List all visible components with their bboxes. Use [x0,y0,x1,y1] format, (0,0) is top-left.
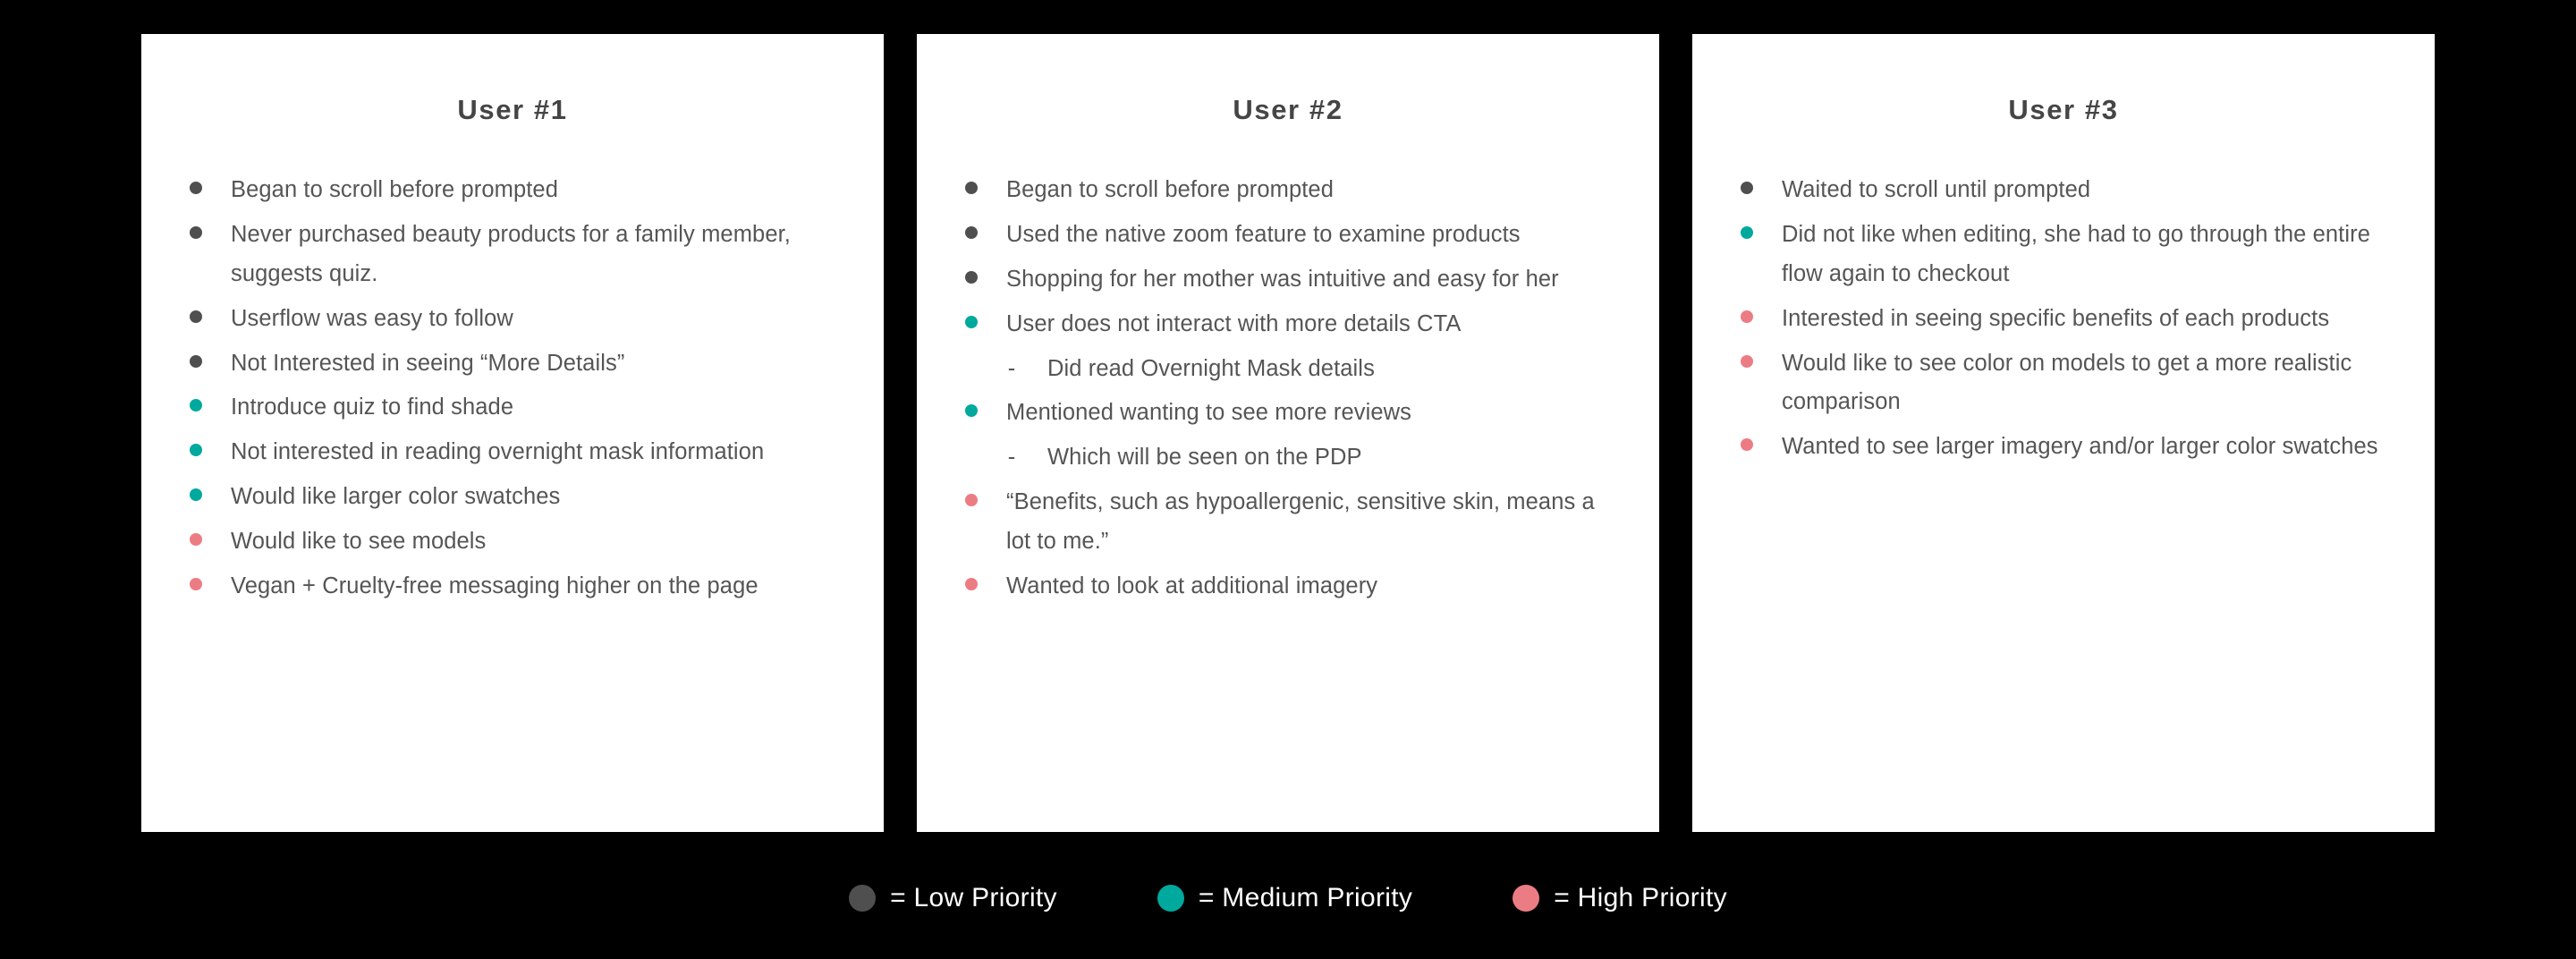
dash-marker-icon: - [1007,445,1016,471]
list-item: Mentioned wanting to see more reviews [965,394,1618,433]
list-item: Wanted to look at additional imagery [965,567,1618,607]
priority-dot-icon [190,444,202,457]
list-item: Shopping for her mother was intuitive an… [965,260,1618,300]
list-item-text: Wanted to see larger imagery and/or larg… [1782,434,2378,460]
card-title: User #1 [457,94,568,125]
list-item: Began to scroll before prompted [965,171,1618,210]
priority-dot-icon [190,577,202,590]
list-item-text: Introduce quiz to find shade [231,395,514,420]
feedback-list: Began to scroll before prompted Used the … [958,171,1618,612]
sub-list-item-text: Did read Overnight Mask details [1047,355,1375,381]
list-item-text: Began to scroll before prompted [231,177,558,203]
list-item-text: Did not like when editing, she had to go… [1782,222,2371,286]
priority-dot-icon [965,226,978,240]
priority-dot-icon [965,577,978,590]
priority-legend: = Low Priority = Medium Priority = High Pr… [0,870,2576,927]
priority-dot-icon [190,533,202,547]
legend-priority-dot-icon [1157,885,1184,912]
list-item-text: Userflow was easy to follow [231,305,513,331]
legend-label: = Medium Priority [1198,883,1413,912]
list-item: Waited to scroll until prompted [1741,171,2394,210]
legend-label: = High Priority [1554,883,1727,912]
list-item-text: Waited to scroll until prompted [1782,177,2091,203]
list-item: User does not interact with more details… [965,305,1618,344]
priority-dot-icon [190,488,202,502]
list-item: Would like larger color swatches [190,478,843,517]
priority-dot-icon [1741,354,1753,368]
list-item: Wanted to see larger imagery and/or larg… [1741,428,2394,467]
card-title: User #3 [2008,94,2119,125]
legend-entry: = High Priority [1513,883,1727,913]
priority-dot-icon [190,182,202,195]
user-card: User #2 Began to scroll before prompted Us… [917,34,1659,832]
list-item-text: Would like to see color on models to get… [1782,350,2352,415]
list-item-text: Would like to see models [231,529,487,555]
list-item-text: Shopping for her mother was intuitive an… [1006,266,1559,292]
list-item: Would like to see color on models to get… [1741,344,2394,423]
priority-dot-icon [1741,310,1753,323]
user-card: User #3 Waited to scroll until prompted Di… [1692,34,2435,832]
priority-dot-icon [190,310,202,323]
legend-entry: = Low Priority [849,883,1057,913]
list-item-text: Interested in seeing specific benefits o… [1782,305,2330,331]
list-item: Would like to see models [190,522,843,562]
list-item-text: Would like larger color swatches [231,484,561,510]
list-item-text: Vegan + Cruelty-free messaging higher on… [231,573,758,598]
list-item-text: Wanted to look at additional imagery [1006,573,1378,598]
list-item-text: Not interested in reading overnight mask… [231,439,765,465]
sub-list-item: - Did read Overnight Mask details [965,350,1618,389]
list-item-text: Mentioned wanting to see more reviews [1006,400,1412,426]
priority-dot-icon [1741,182,1753,195]
user-cards-row: User #1 Began to scroll before prompted Ne… [141,34,2435,832]
slide-root: User #1 Began to scroll before prompted Ne… [0,0,2576,959]
list-item: “Benefits, such as hypoallergenic, sensi… [965,483,1618,562]
sub-list-item-text: Which will be seen on the PDP [1047,445,1362,471]
user-card: User #1 Began to scroll before prompted Ne… [141,34,884,832]
priority-dot-icon [190,399,202,412]
dash-marker-icon: - [1007,355,1016,381]
priority-dot-icon [1741,226,1753,240]
legend-entry: = Medium Priority [1157,883,1412,913]
priority-dot-icon [1741,438,1753,452]
card-title: User #2 [1233,94,1343,125]
list-item-text: Began to scroll before prompted [1006,177,1334,203]
priority-dot-icon [965,270,978,284]
list-item: Userflow was easy to follow [190,300,843,339]
list-item-text: “Benefits, such as hypoallergenic, sensi… [1006,489,1595,555]
legend-priority-dot-icon [849,885,877,912]
list-item: Vegan + Cruelty-free messaging higher on… [190,567,843,607]
priority-dot-icon [190,354,202,368]
list-item: Never purchased beauty products for a fa… [190,216,843,294]
list-item: Not Interested in seeing “More Details” [190,344,843,384]
list-item: Not interested in reading overnight mask… [190,433,843,472]
list-item-text: User does not interact with more details… [1006,310,1462,336]
feedback-list: Waited to scroll until prompted Did not l… [1733,171,2394,472]
list-item: Interested in seeing specific benefits o… [1741,300,2394,339]
list-item: Began to scroll before prompted [190,171,843,210]
priority-dot-icon [965,182,978,195]
sub-list-item: - Which will be seen on the PDP [965,438,1618,478]
priority-dot-icon [965,404,978,418]
list-item: Used the native zoom feature to examine … [965,216,1618,255]
list-item-text: Not Interested in seeing “More Details” [231,350,625,376]
priority-dot-icon [965,494,978,507]
priority-dot-icon [965,315,978,328]
list-item: Did not like when editing, she had to go… [1741,216,2394,294]
feedback-list: Began to scroll before prompted Never pur… [182,171,843,612]
list-item-text: Used the native zoom feature to examine … [1006,222,1521,248]
legend-priority-dot-icon [1513,885,1540,912]
legend-label: = Low Priority [890,883,1057,912]
list-item: Introduce quiz to find shade [190,388,843,428]
list-item-text: Never purchased beauty products for a fa… [231,222,791,286]
priority-dot-icon [190,226,202,240]
